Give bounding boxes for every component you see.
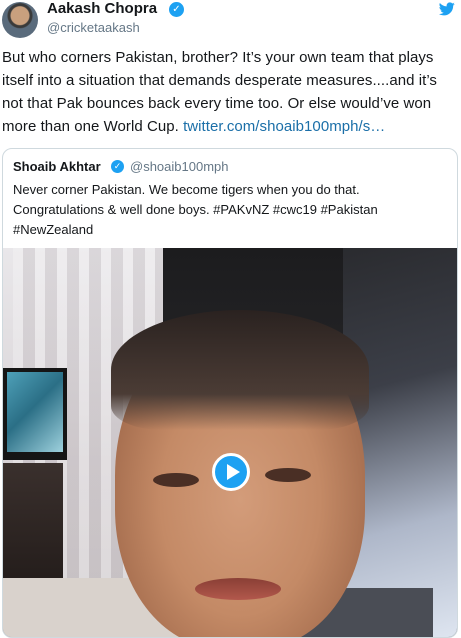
quoted-author-handle[interactable]: @shoaib100mph (130, 159, 228, 174)
tweet-header: Aakash Chopra ✓ @cricketaakash (0, 0, 461, 44)
tv-stand (3, 463, 63, 583)
mouth (195, 578, 281, 600)
verified-badge-icon: ✓ (111, 160, 124, 173)
play-button[interactable] (212, 453, 250, 491)
tweet-text: But who corners Pakistan, brother? It’s … (2, 46, 457, 138)
person-hair (111, 310, 369, 430)
twitter-bird-icon[interactable] (439, 2, 455, 16)
right-eye (265, 468, 311, 482)
television (3, 368, 67, 460)
left-eye (153, 473, 199, 487)
quoted-tweet-card[interactable]: Shoaib Akhtar ✓ @shoaib100mph Never corn… (2, 148, 458, 638)
tweet-link[interactable]: twitter.com/shoaib100mph/s… (183, 118, 385, 135)
quoted-author-name[interactable]: Shoaib Akhtar (13, 159, 101, 174)
quoted-tweet-text: Never corner Pakistan. We become tigers … (13, 182, 378, 237)
video-thumbnail[interactable] (3, 248, 457, 637)
author-name[interactable]: Aakash Chopra (47, 0, 157, 17)
avatar[interactable] (2, 2, 38, 38)
play-icon (227, 464, 240, 480)
author-handle[interactable]: @cricketaakash (47, 20, 140, 35)
tv-screen (7, 372, 63, 452)
verified-badge-icon: ✓ (169, 2, 184, 17)
